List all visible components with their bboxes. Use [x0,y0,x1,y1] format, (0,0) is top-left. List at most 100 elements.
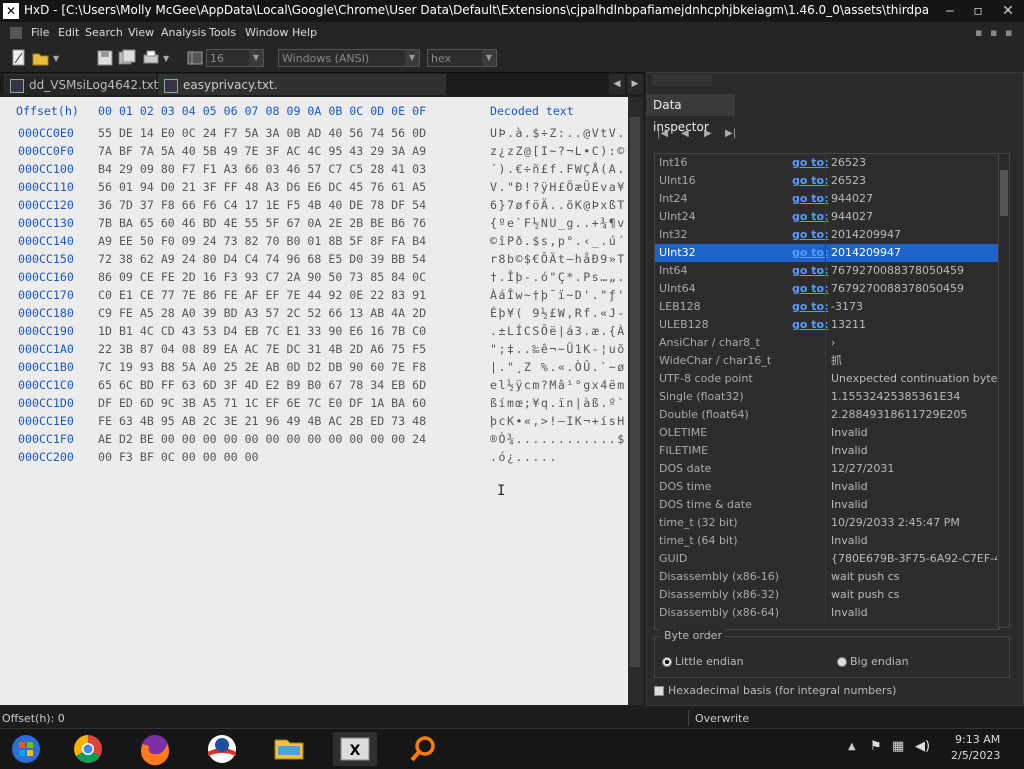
mdi-close-icon[interactable]: ▪ [1005,26,1012,39]
row-decoded-text[interactable]: .ó¿..... [490,450,558,464]
inspector-row[interactable]: DOS time Invalid [655,478,999,496]
campaign-logo-icon[interactable] [200,732,244,766]
row-bytes[interactable]: 22 3B 87 04 08 89 EA AC 7E DC 31 4B 2D A… [98,342,426,356]
inspector-field-value[interactable]: 10/29/2033 2:45:47 PM [831,514,997,532]
panel-grip[interactable] [652,74,712,86]
menu-tools[interactable]: Tools [209,26,236,39]
big-endian-label[interactable]: Big endian [850,655,909,668]
row-decoded-text[interactable]: †.Îþ-.ó"Ç*.Ps…„. [490,270,626,284]
tab-scroll-right-icon[interactable]: ▶ [627,74,643,94]
inspector-row[interactable]: UTF-8 code point Unexpected continuation … [655,370,999,388]
inspector-field-value[interactable]: wait push cs [831,568,997,586]
inspector-field-value[interactable]: -3173 [831,298,997,316]
inspector-field-value[interactable]: {780E679B-3F75-6A92-C7EF-4C0E [831,550,997,568]
first-icon[interactable]: |◀ [657,128,668,139]
menu-analysis[interactable]: Analysis [161,26,206,39]
row-bytes[interactable]: B4 29 09 80 F7 F1 A3 66 03 46 57 C7 C5 2… [98,162,426,176]
inspector-row[interactable]: UInt32 go to: 2014209947 [655,244,999,262]
hex-vertical-scrollbar[interactable] [628,97,643,705]
status-mode[interactable]: Overwrite [695,712,749,725]
open-folder-icon[interactable] [32,49,50,67]
print-icon[interactable] [142,49,160,67]
previous-icon[interactable]: ◀ [681,128,689,139]
clock-date[interactable]: 2/5/2023 [951,749,1000,762]
clock-time[interactable]: 9:13 AM [955,733,1000,746]
row-decoded-text[interactable]: þcK•«,>!–IK¬+ísH [490,414,626,428]
inspector-row[interactable]: Single (float32) 1.15532425385361E34 [655,388,999,406]
scroll-thumb[interactable] [1000,170,1008,216]
search-app-icon[interactable] [400,732,444,766]
inspector-field-value[interactable]: 1.15532425385361E34 [831,388,997,406]
row-decoded-text[interactable]: ©îPð.$s‚p°.‹_.ú´ [490,234,626,248]
inspector-row[interactable]: LEB128 go to: -3173 [655,298,999,316]
offset-base-combo[interactable]: hex ▼ [427,49,497,67]
new-file-icon[interactable] [10,49,28,67]
inspector-field-value[interactable]: 13211 [831,316,997,334]
row-bytes[interactable]: FE 63 4B 95 AB 2C 3E 21 96 49 4B AC 2B E… [98,414,426,428]
menu-help[interactable]: Help [292,26,317,39]
inspector-row[interactable]: UInt16 go to: 26523 [655,172,999,190]
inspector-row[interactable]: OLETIME Invalid [655,424,999,442]
inspector-field-value[interactable]: Invalid [831,604,997,622]
maximize-button[interactable]: ▫ [964,1,992,21]
goto-link[interactable]: go to: [792,208,828,226]
goto-link[interactable]: go to: [792,226,828,244]
open-dropdown-icon[interactable]: ▼ [53,54,59,63]
inspector-row[interactable]: AnsiChar / char8_t › [655,334,999,352]
columns-icon[interactable] [186,49,204,67]
inspector-row[interactable]: Disassembly (x86-64) Invalid [655,604,999,622]
inspector-row[interactable]: Int16 go to: 26523 [655,154,999,172]
row-bytes[interactable]: 00 F3 BF 0C 00 00 00 00 [98,450,259,464]
inspector-field-value[interactable]: 抓 [831,352,997,370]
inspector-field-value[interactable]: 7679270088378050459 [831,280,997,298]
goto-link[interactable]: go to: [792,298,828,316]
firefox-icon[interactable] [133,732,177,766]
inspector-field-value[interactable]: 12/27/2031 [831,460,997,478]
mdi-restore-icon[interactable]: ▪ [990,26,997,39]
row-decoded-text[interactable]: {ºe`F½NU_g..+¾¶v [490,216,626,230]
inspector-field-value[interactable]: Invalid [831,442,997,460]
inspector-row[interactable]: time_t (32 bit) 10/29/2033 2:45:47 PM [655,514,999,532]
inspector-field-value[interactable]: Invalid [831,478,997,496]
show-hidden-icons-icon[interactable]: ▲ [848,741,856,752]
row-decoded-text[interactable]: Éþ¥( 9½£W,Rf.«J- [490,306,626,320]
inspector-row[interactable]: Disassembly (x86-16) wait push cs [655,568,999,586]
tab-dd-vsmsilog[interactable]: dd_VSMsiLog4642.txt [4,74,158,95]
row-bytes[interactable]: 72 38 62 A9 24 80 D4 C4 74 96 68 E5 D0 3… [98,252,426,266]
row-decoded-text[interactable]: |."¸Z %.«.ÒÛ.`~ø [490,360,626,374]
row-bytes[interactable]: 7A BF 7A 5A 40 5B 49 7E 3F AC 4C 95 43 2… [98,144,426,158]
row-decoded-text[interactable]: .±LÍCSÔë|á3.æ.{À [490,324,626,338]
inspector-row[interactable]: UInt24 go to: 944027 [655,208,999,226]
charset-combo[interactable]: Windows (ANSI) ▼ [278,49,420,67]
network-icon[interactable]: ▦ [892,739,904,754]
goto-link[interactable]: go to: [792,172,828,190]
inspector-field-value[interactable]: 26523 [831,172,997,190]
bytes-per-row-combo[interactable]: 16 ▼ [206,49,264,67]
hex-basis-checkbox[interactable] [654,686,664,696]
hxd-taskbar-icon[interactable]: X [333,732,377,766]
inspector-field-value[interactable]: Invalid [831,496,997,514]
close-button[interactable]: ✕ [994,1,1022,21]
row-bytes[interactable]: 7C 19 93 B8 5A A0 25 2E AB 0D D2 DB 90 6… [98,360,426,374]
inspector-field-value[interactable]: wait push cs [831,586,997,604]
row-bytes[interactable]: A9 EE 50 F0 09 24 73 82 70 B0 01 8B 5F 8… [98,234,426,248]
tab-data-inspector[interactable]: Data inspector [647,94,735,134]
print-dropdown-icon[interactable]: ▼ [163,54,169,63]
document-menu-icon[interactable] [10,27,22,39]
next-icon[interactable]: ▶ [704,128,712,139]
inspector-row[interactable]: GUID {780E679B-3F75-6A92-C7EF-4C0E [655,550,999,568]
inspector-row[interactable]: DOS time & date Invalid [655,496,999,514]
inspector-field-value[interactable]: 2014209947 [831,226,997,244]
row-decoded-text[interactable]: ´).€÷ñ£f.FWÇÅ(A. [490,162,626,176]
row-bytes[interactable]: DF ED 6D 9C 3B A5 71 1C EF 6E 7C E0 DF 1… [98,396,426,410]
inspector-row[interactable]: UInt64 go to: 7679270088378050459 [655,280,999,298]
inspector-field-value[interactable]: 26523 [831,154,997,172]
row-bytes[interactable]: 65 6C BD FF 63 6D 3F 4D E2 B9 B0 67 78 3… [98,378,426,392]
row-bytes[interactable]: AE D2 BE 00 00 00 00 00 00 00 00 00 00 0… [98,432,426,446]
inspector-row[interactable]: FILETIME Invalid [655,442,999,460]
goto-link[interactable]: go to: [792,316,828,334]
flag-icon[interactable]: ⚑ [870,739,882,754]
row-bytes[interactable]: C0 E1 CE 77 7E 86 FE AF EF 7E 44 92 0E 2… [98,288,426,302]
row-decoded-text[interactable]: UÞ.à.$÷Z:..@VtV. [490,126,626,140]
inspector-field-value[interactable]: 944027 [831,190,997,208]
